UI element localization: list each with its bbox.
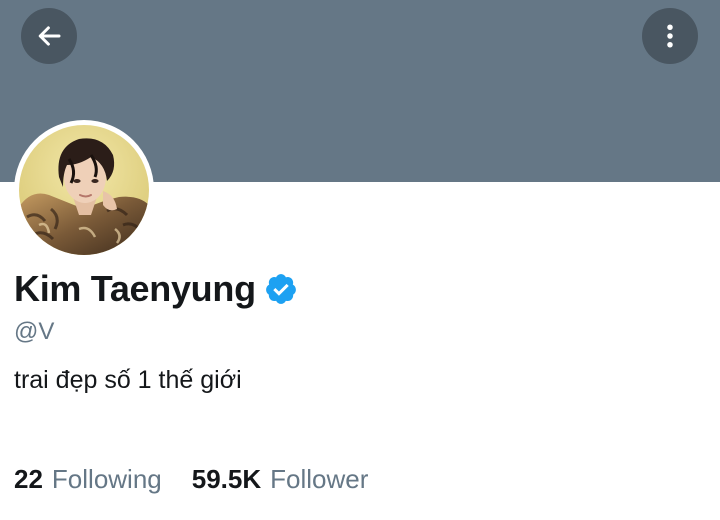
following-count: 22 bbox=[14, 464, 43, 494]
follower-stat[interactable]: 59.5K Follower bbox=[192, 464, 369, 495]
follower-label: Follower bbox=[270, 464, 369, 494]
profile-handle: @V bbox=[14, 318, 55, 345]
profile-page: Kim Taenyung @V trai đẹp số 1 thế giới 2… bbox=[0, 0, 720, 520]
following-stat[interactable]: 22 Following bbox=[14, 464, 162, 495]
avatar-border bbox=[14, 120, 154, 260]
more-vertical-icon bbox=[667, 24, 673, 48]
profile-photo bbox=[19, 125, 149, 255]
more-options-button[interactable] bbox=[642, 8, 698, 64]
follower-count: 59.5K bbox=[191, 464, 262, 494]
name-row: Kim Taenyung bbox=[14, 266, 298, 312]
arrow-left-icon bbox=[38, 26, 61, 46]
verified-check-icon bbox=[265, 274, 296, 304]
back-button[interactable] bbox=[21, 8, 77, 64]
following-label: Following bbox=[51, 464, 162, 494]
avatar[interactable] bbox=[19, 125, 149, 255]
follow-stats: 22 Following 59.5K Follower bbox=[14, 464, 368, 495]
profile-bio: trai đẹp số 1 thế giới bbox=[14, 366, 242, 394]
display-name: Kim Taenyung bbox=[14, 268, 256, 309]
verified-badge bbox=[264, 272, 298, 306]
